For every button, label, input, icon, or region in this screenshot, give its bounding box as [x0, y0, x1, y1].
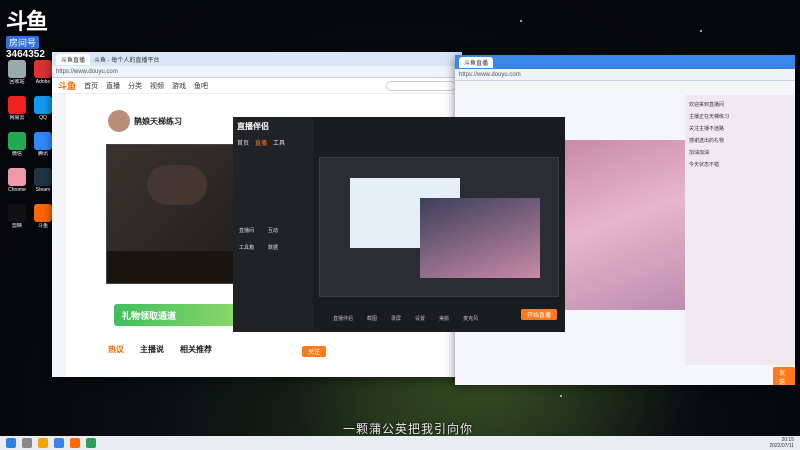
tab-hot[interactable]: 热议: [108, 344, 124, 355]
app-icon: [8, 132, 26, 150]
nav-item[interactable]: 分类: [128, 81, 142, 91]
app-icon: [34, 168, 52, 186]
search-icon[interactable]: [22, 438, 32, 448]
app-icon: [34, 132, 52, 150]
douyu-logo: 斗鱼: [6, 9, 48, 34]
bottom-item[interactable]: 麦克风: [463, 315, 478, 322]
chat-message: 欢迎来到直播间: [689, 102, 725, 108]
douyu-icon[interactable]: [70, 438, 80, 448]
menu-tools[interactable]: 工具: [273, 138, 285, 147]
companion-menu: 首页 直播 工具: [233, 136, 313, 149]
desktop-icon-label: 网易云: [9, 115, 25, 121]
app-icon: [8, 204, 26, 222]
site-header: 斗鱼 首页 直播 分类 视频 游戏 鱼吧: [52, 78, 462, 94]
left-sidebar: [52, 94, 66, 377]
douyu-watermark: 斗鱼 房间号 3464352: [6, 4, 48, 60]
menu-home[interactable]: 首页: [237, 138, 249, 147]
tool-item[interactable]: 数据: [268, 244, 283, 251]
send-button[interactable]: 发送: [773, 367, 795, 385]
companion-bottom-bar: 直播伴侣 截图 录屏 设置 美颜 麦克风: [333, 315, 478, 322]
tool-item[interactable]: 工具箱: [239, 244, 254, 251]
desktop-icon-label: 微信: [11, 151, 22, 157]
room-number: 3464352: [6, 49, 45, 60]
nav-item[interactable]: 视频: [150, 81, 164, 91]
bottom-item[interactable]: 美颜: [439, 315, 449, 322]
chat-message: 主播正在天梯练习: [689, 114, 730, 120]
chat-message: 感谢送出的礼物: [689, 138, 725, 144]
app-icon: [8, 60, 26, 78]
chat-panel: 欢迎来到直播间 主播正在天梯练习 关注主播不迷路 感谢送出的礼物 加油加油 今天…: [685, 95, 795, 365]
window-title: 斗鱼 - 每个人的直播平台: [94, 57, 160, 64]
lyric-subtitle: 一颗蒲公英把我引向你: [343, 422, 474, 436]
nav-item[interactable]: 首页: [84, 81, 98, 91]
desktop-icon[interactable]: 微信: [4, 132, 30, 157]
wechat-icon[interactable]: [86, 438, 96, 448]
nav-item[interactable]: 游戏: [172, 81, 186, 91]
tool-item[interactable]: 互动: [268, 227, 283, 234]
streamer-avatar[interactable]: [108, 110, 130, 132]
file-explorer-icon[interactable]: [38, 438, 48, 448]
browser-titlebar: 斗鱼直播: [455, 55, 795, 69]
stream-video[interactable]: [565, 140, 705, 310]
url-text[interactable]: https://www.douyu.com: [56, 69, 118, 75]
nav-item[interactable]: 鱼吧: [194, 81, 208, 91]
tool-item[interactable]: 直播间: [239, 227, 254, 234]
companion-brand: 直播伴侣: [237, 122, 269, 131]
app-icon: [34, 96, 52, 114]
app-icon: [34, 204, 52, 222]
room-label: 房间号: [6, 36, 40, 49]
clock-date: 2022/07/11: [769, 443, 794, 449]
app-icon: [8, 96, 26, 114]
chat-message: 关注主播不迷路: [689, 126, 725, 132]
chat-message: 今天状态不错: [689, 162, 720, 168]
streamer-info: 鹊娘天梯练习: [108, 110, 182, 132]
chat-message: 加油加油: [689, 150, 710, 156]
address-bar[interactable]: https://www.douyu.com: [52, 66, 462, 78]
desktop-icon[interactable]: 网易云: [4, 96, 30, 121]
windows-start-icon[interactable]: [6, 438, 16, 448]
start-live-button[interactable]: 开始直播: [520, 309, 557, 320]
bottom-item[interactable]: 设置: [415, 315, 425, 322]
live-companion-sidebar: 直播伴侣 首页 直播 工具 直播间 互动 工具箱 数据: [233, 117, 313, 332]
bottom-tabs: 热议 主播说 相关推荐: [108, 344, 212, 355]
streamer-name: 鹊娘天梯练习: [134, 116, 182, 126]
clock: 20:15 2022/07/11: [769, 437, 794, 449]
browser-tab[interactable]: 斗鱼直播: [459, 56, 494, 68]
bottom-item[interactable]: 截图: [367, 315, 377, 322]
browser-tab[interactable]: 斗鱼直播: [56, 53, 91, 65]
nav-item[interactable]: 直播: [106, 81, 120, 91]
desktop-icon[interactable]: 回收站: [4, 60, 30, 85]
desktop-icon[interactable]: Chrome: [4, 168, 30, 193]
desktop-icon[interactable]: 剪映: [4, 204, 30, 229]
desktop-icon-label: 回收站: [9, 79, 25, 85]
menu-live[interactable]: 直播: [255, 138, 267, 147]
browser-icon[interactable]: [54, 438, 64, 448]
desktop-icon-label: Chrome: [8, 187, 26, 193]
bottom-item[interactable]: 录屏: [391, 315, 401, 322]
tab-recommend[interactable]: 相关推荐: [180, 344, 212, 355]
bottom-item[interactable]: 直播伴侣: [333, 315, 353, 322]
preview-canvas[interactable]: [319, 157, 559, 297]
follow-button[interactable]: 关注: [302, 346, 327, 357]
desktop-icon-label: 剪映: [11, 223, 22, 229]
browser-titlebar: 斗鱼直播 斗鱼 - 每个人的直播平台: [52, 52, 462, 66]
app-icon: [34, 60, 52, 78]
url-text[interactable]: https://www.douyu.com: [459, 72, 521, 78]
companion-tools: 直播间 互动 工具箱 数据: [239, 227, 283, 251]
taskbar: 20:15 2022/07/11: [0, 436, 800, 450]
live-companion-main: 直播伴侣 截图 录屏 设置 美颜 麦克风 开始直播: [313, 117, 565, 332]
search-input[interactable]: [386, 80, 456, 91]
site-logo[interactable]: 斗鱼: [58, 79, 76, 92]
address-bar[interactable]: https://www.douyu.com: [455, 69, 795, 81]
tab-anchor-talk[interactable]: 主播说: [140, 344, 164, 355]
app-icon: [8, 168, 26, 186]
